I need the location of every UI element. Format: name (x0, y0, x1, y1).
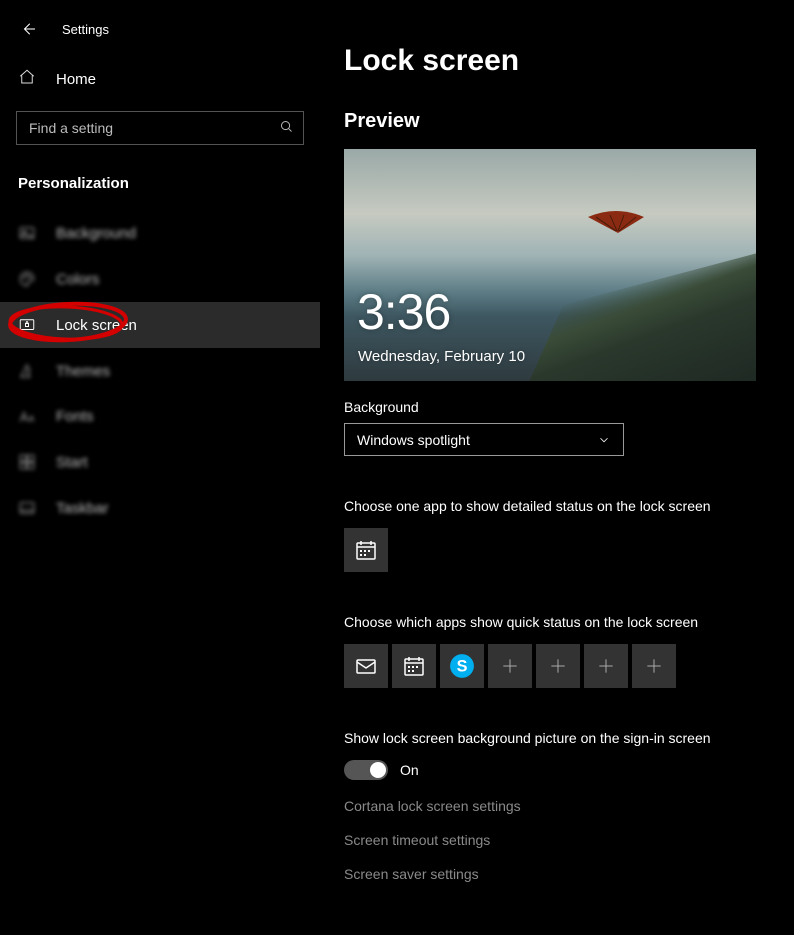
quick-status-add-slot[interactable] (584, 644, 628, 688)
lock-screen-preview: 3:36 Wednesday, February 10 (344, 149, 756, 381)
quick-status-description: Choose which apps show quick status on t… (344, 614, 770, 630)
sidebar: Settings Home Personalization Background… (0, 0, 320, 935)
calendar-icon (402, 654, 426, 678)
sidebar-item-lock-screen[interactable]: Lock screen (0, 302, 320, 348)
lock-screen-icon (18, 316, 36, 334)
home-icon (18, 68, 36, 91)
themes-icon (18, 362, 36, 380)
taskbar-icon (18, 499, 36, 517)
quick-status-app-mail[interactable] (344, 644, 388, 688)
sidebar-item-themes[interactable]: Themes (0, 348, 320, 394)
search-input[interactable] (16, 111, 304, 145)
sidebar-section-label: Personalization (0, 145, 320, 210)
start-icon (18, 453, 36, 471)
sidebar-item-fonts[interactable]: Fonts (0, 394, 320, 439)
preview-time: 3:36 (357, 283, 450, 341)
background-label: Background (344, 399, 770, 415)
background-dropdown-value: Windows spotlight (357, 432, 470, 448)
detailed-status-description: Choose one app to show detailed status o… (344, 498, 770, 514)
sidebar-home-label: Home (56, 71, 96, 88)
titlebar: Settings (0, 12, 320, 58)
preview-heading: Preview (344, 110, 770, 133)
window-title: Settings (62, 22, 109, 37)
search-wrap (0, 111, 320, 145)
sidebar-item-taskbar[interactable]: Taskbar (0, 485, 320, 531)
plus-icon (596, 656, 616, 676)
sidebar-item-colors[interactable]: Colors (0, 256, 320, 302)
calendar-icon (354, 538, 378, 562)
quick-status-add-slot[interactable] (536, 644, 580, 688)
link-cortana-settings[interactable]: Cortana lock screen settings (344, 798, 770, 814)
preview-date: Wednesday, February 10 (358, 348, 525, 365)
sidebar-home[interactable]: Home (0, 58, 320, 101)
quick-status-row: S (344, 644, 770, 688)
signin-bg-description: Show lock screen background picture on t… (344, 730, 770, 746)
signin-bg-toggle[interactable] (344, 760, 388, 780)
background-dropdown[interactable]: Windows spotlight (344, 423, 624, 456)
search-icon (279, 119, 294, 139)
picture-icon (18, 224, 36, 242)
palette-icon (18, 270, 36, 288)
plus-icon (644, 656, 664, 676)
sidebar-item-label: Background (56, 225, 136, 242)
sidebar-item-start[interactable]: Start (0, 439, 320, 485)
chevron-down-icon (597, 433, 611, 447)
mail-icon (354, 654, 378, 678)
signin-bg-toggle-label: On (400, 762, 419, 778)
quick-status-app-calendar[interactable] (392, 644, 436, 688)
sidebar-item-label: Taskbar (56, 500, 109, 517)
back-button[interactable] (18, 18, 40, 40)
paraglider-icon (586, 209, 646, 237)
sidebar-item-background[interactable]: Background (0, 210, 320, 256)
signin-bg-toggle-row: On (344, 760, 770, 780)
link-screen-saver[interactable]: Screen saver settings (344, 866, 770, 882)
sidebar-item-label: Lock screen (56, 317, 137, 334)
quick-status-add-slot[interactable] (488, 644, 532, 688)
quick-status-app-skype[interactable]: S (440, 644, 484, 688)
main-content: Lock screen Preview 3:36 Wednesday, Febr… (320, 0, 794, 935)
plus-icon (548, 656, 568, 676)
preview-landscape (529, 253, 756, 381)
detailed-status-app[interactable] (344, 528, 388, 572)
sidebar-item-label: Start (56, 454, 88, 471)
page-title: Lock screen (344, 44, 770, 78)
sidebar-item-label: Fonts (56, 408, 94, 425)
skype-icon: S (449, 653, 475, 679)
link-screen-timeout[interactable]: Screen timeout settings (344, 832, 770, 848)
fonts-icon (18, 409, 36, 425)
plus-icon (500, 656, 520, 676)
toggle-knob (370, 762, 386, 778)
sidebar-item-label: Colors (56, 271, 99, 288)
sidebar-item-label: Themes (56, 363, 110, 380)
detailed-status-row (344, 528, 770, 572)
quick-status-add-slot[interactable] (632, 644, 676, 688)
svg-text:S: S (457, 657, 468, 675)
arrow-left-icon (20, 20, 38, 38)
